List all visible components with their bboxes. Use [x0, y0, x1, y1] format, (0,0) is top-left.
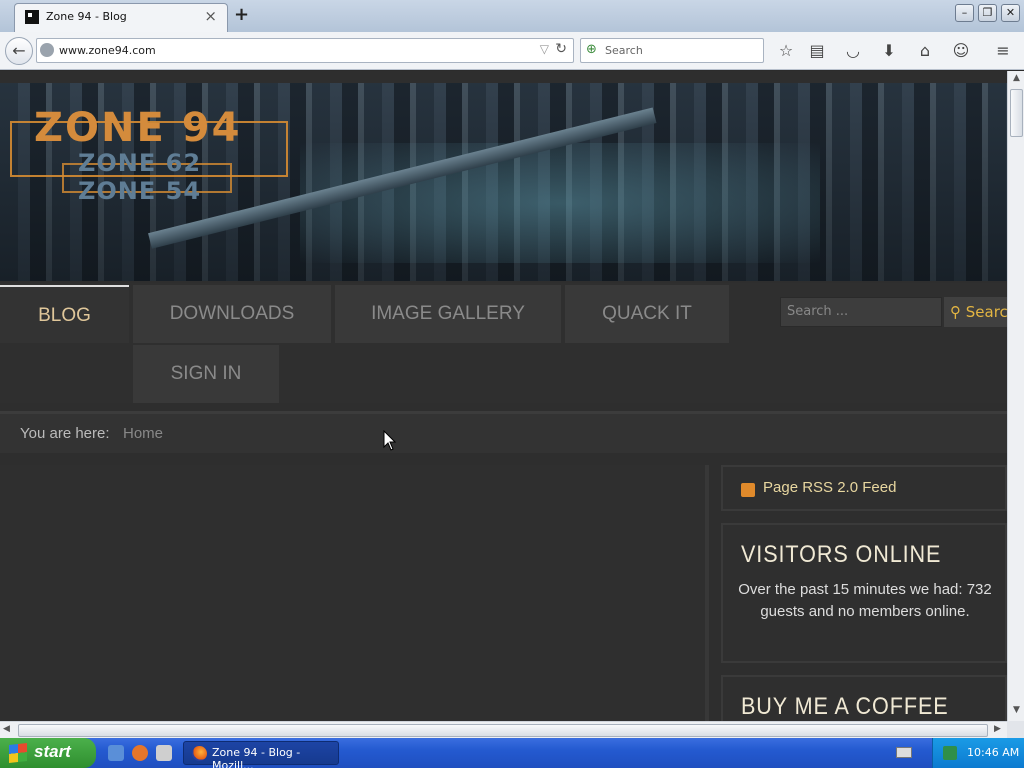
reading-list-icon[interactable]: ▤ — [807, 41, 827, 61]
navigation-toolbar: ← www.zone94.com ▽ ↻ ⊕ Search ☆ ▤ ◡ ⬇ ⌂ … — [0, 32, 1024, 70]
keyboard-icon[interactable] — [896, 747, 912, 758]
scroll-right-icon[interactable]: ▶ — [994, 724, 1001, 734]
coffee-module: BUY ME A COFFEE — [721, 675, 1007, 721]
scroll-corner — [1007, 721, 1024, 738]
minimize-button[interactable]: – — [955, 4, 974, 22]
browser-tab[interactable]: Zone 94 - Blog × — [14, 3, 228, 32]
site-banner[interactable]: ZONE 94 ZONE 62 ZONE 54 — [0, 83, 1007, 281]
address-bar[interactable]: www.zone94.com ▽ ↻ — [36, 38, 574, 63]
main-menu: BLOG DOWNLOADS IMAGE GALLERY QUACK IT SI… — [0, 283, 1007, 403]
visitors-module: VISITORS ONLINE Over the past 15 minutes… — [721, 523, 1007, 663]
menu-item-sign-in[interactable]: SIGN IN — [133, 345, 279, 403]
windows-logo-icon — [9, 743, 27, 763]
visitors-text: Over the past 15 minutes we had: 732 gue… — [738, 581, 992, 620]
web-page: ZONE 94 ZONE 62 ZONE 54 BLOG DOWNLOADS I… — [0, 71, 1007, 721]
breadcrumb-home-link[interactable]: Home — [123, 425, 163, 442]
scroll-up-icon[interactable]: ▲ — [1010, 73, 1023, 86]
site-search-button[interactable]: ⚲ Search — [944, 297, 1007, 327]
clock[interactable]: 10:46 AM — [967, 746, 1019, 759]
quicklaunch-explorer-icon[interactable] — [108, 745, 124, 761]
home-icon[interactable]: ⌂ — [915, 41, 935, 61]
downloads-icon[interactable]: ⬇ — [879, 41, 899, 61]
menu-item-quack-it[interactable]: QUACK IT — [565, 285, 729, 343]
menu-item-downloads[interactable]: DOWNLOADS — [133, 285, 331, 343]
logo-subtitle: ZONE 54 — [78, 177, 202, 205]
breadcrumb: You are here: Home — [0, 411, 1007, 453]
firefox-icon — [192, 746, 207, 761]
network-icon[interactable] — [943, 746, 957, 760]
breadcrumb-label: You are here: — [20, 425, 110, 442]
menu-icon[interactable]: ≡ — [993, 41, 1013, 61]
search-button-label: Search — [965, 303, 1007, 321]
quicklaunch-firefox-icon[interactable] — [132, 745, 148, 761]
visitors-title: VISITORS ONLINE — [741, 541, 942, 568]
menu-item-blog[interactable]: BLOG — [0, 285, 129, 343]
start-button[interactable]: start — [0, 738, 96, 768]
menu-item-image-gallery[interactable]: IMAGE GALLERY — [335, 285, 561, 343]
pocket-icon[interactable]: ◡ — [843, 41, 863, 61]
chat-icon[interactable]: ☺ — [951, 41, 971, 61]
start-label: start — [34, 742, 71, 761]
windows-taskbar: start Zone 94 - Blog - Mozill... 10:46 A… — [0, 738, 1024, 768]
maximize-button[interactable]: ❐ — [978, 4, 997, 22]
favicon-icon — [25, 10, 39, 24]
browser-title-bar: Zone 94 - Blog × + – ❐ ✕ — [0, 0, 1024, 32]
search-icon: ⚲ — [950, 303, 961, 321]
mouse-cursor-icon — [383, 430, 397, 451]
bookmark-star-icon[interactable]: ☆ — [776, 41, 796, 61]
coffee-title: BUY ME A COFFEE — [741, 693, 949, 720]
site-search-input[interactable]: Search ... — [780, 297, 942, 327]
rss-module: Page RSS 2.0 Feed — [721, 465, 1007, 511]
scroll-left-icon[interactable]: ◀ — [3, 724, 10, 734]
site-logo[interactable]: ZONE 94 — [34, 105, 241, 151]
taskbar-item-label: Zone 94 - Blog - Mozill... — [212, 746, 301, 768]
browser-search-input[interactable]: ⊕ Search — [580, 38, 764, 63]
close-window-button[interactable]: ✕ — [1001, 4, 1020, 22]
banner-city-image — [300, 143, 820, 263]
horizontal-scrollbar[interactable]: ◀ ▶ — [0, 721, 1007, 738]
vertical-scroll-thumb[interactable] — [1010, 89, 1023, 137]
taskbar-firefox-button[interactable]: Zone 94 - Blog - Mozill... — [183, 741, 339, 768]
tab-close-icon[interactable]: × — [204, 7, 217, 25]
url-text[interactable]: www.zone94.com — [59, 44, 156, 57]
main-content-area — [0, 465, 709, 721]
reload-icon[interactable]: ↻ — [555, 41, 567, 57]
rss-feed-link[interactable]: Page RSS 2.0 Feed — [763, 479, 896, 496]
system-tray: 10:46 AM — [932, 738, 1024, 768]
new-tab-button[interactable]: + — [234, 4, 249, 25]
rss-icon[interactable] — [741, 483, 755, 497]
back-button[interactable]: ← — [5, 37, 33, 65]
logo-subtitle: ZONE 62 — [78, 149, 202, 177]
tab-title: Zone 94 - Blog — [46, 10, 127, 23]
globe-icon — [40, 43, 54, 57]
search-engine-icon[interactable]: ⊕ — [586, 42, 597, 57]
quicklaunch-media-icon[interactable] — [156, 745, 172, 761]
horizontal-scroll-thumb[interactable] — [18, 724, 988, 737]
url-dropdown-icon[interactable]: ▽ — [540, 42, 549, 56]
scroll-down-icon[interactable]: ▼ — [1010, 705, 1023, 718]
search-placeholder: Search — [605, 44, 643, 57]
vertical-scrollbar[interactable]: ▲ ▼ — [1007, 71, 1024, 721]
